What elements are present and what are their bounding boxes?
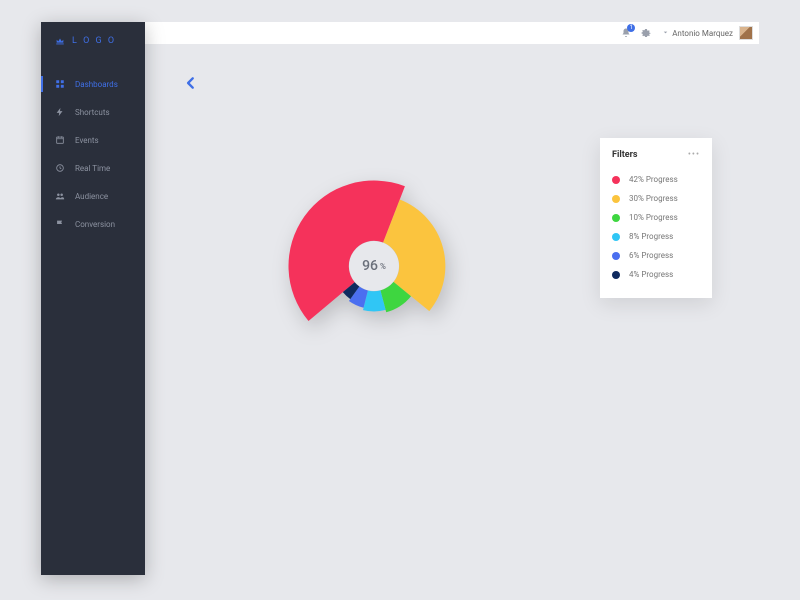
- pie-chart: 96 %: [284, 176, 464, 356]
- center-value: 96: [362, 258, 378, 274]
- nav-item-shortcuts[interactable]: Shortcuts: [41, 98, 145, 126]
- legend-swatch: [612, 233, 620, 241]
- bolt-icon: [55, 107, 65, 117]
- flag-icon: [55, 219, 65, 229]
- user-name: Antonio Marquez: [672, 29, 733, 38]
- legend-label: 30% Progress: [629, 194, 678, 203]
- filters-title: Filters: [612, 150, 638, 160]
- people-icon: [55, 191, 65, 201]
- legend-label: 8% Progress: [629, 232, 673, 241]
- notifications-button[interactable]: 1: [620, 27, 632, 39]
- user-menu[interactable]: Antonio Marquez: [662, 26, 753, 40]
- legend-item[interactable]: 42% Progress: [612, 170, 700, 189]
- legend-label: 4% Progress: [629, 270, 673, 279]
- legend-swatch: [612, 195, 620, 203]
- sidebar-item-label: Conversion: [75, 220, 115, 229]
- legend-label: 6% Progress: [629, 251, 673, 260]
- legend-swatch: [612, 252, 620, 260]
- sidebar-item-label: Events: [75, 136, 99, 145]
- legend-label: 10% Progress: [629, 213, 678, 222]
- nav-item-conversion[interactable]: Conversion: [41, 210, 145, 238]
- center-unit: %: [380, 262, 386, 271]
- sidebar-item-label: Shortcuts: [75, 108, 110, 117]
- legend-swatch: [612, 271, 620, 279]
- grid-icon: [55, 79, 65, 89]
- brand-logo: L O G O: [41, 22, 145, 60]
- legend-item[interactable]: 4% Progress: [612, 265, 700, 284]
- chevron-down-icon: [662, 29, 669, 38]
- sidebar: L O G O Dashboards Shortcuts Events Real…: [41, 22, 145, 575]
- nav-item-dashboards[interactable]: Dashboards: [41, 70, 145, 98]
- sidebar-item-label: Audience: [75, 192, 108, 201]
- nav-item-audience[interactable]: Audience: [41, 182, 145, 210]
- calendar-icon: [55, 135, 65, 145]
- sidebar-item-label: Real Time: [75, 164, 110, 173]
- legend-swatch: [612, 214, 620, 222]
- legend: 42% Progress 30% Progress 10% Progress 8% P…: [612, 170, 700, 284]
- chart-center-label: 96 %: [349, 241, 399, 291]
- topbar: 1 Antonio Marquez: [144, 22, 759, 44]
- legend-swatch: [612, 176, 620, 184]
- filters-card: Filters ••• 42% Progress 30% Progress 10% …: [600, 138, 712, 298]
- crown-icon: [55, 36, 65, 46]
- nav-item-events[interactable]: Events: [41, 126, 145, 154]
- notification-badge: 1: [627, 24, 635, 32]
- legend-item[interactable]: 6% Progress: [612, 246, 700, 265]
- legend-label: 42% Progress: [629, 175, 678, 184]
- legend-item[interactable]: 30% Progress: [612, 189, 700, 208]
- filters-more-button[interactable]: •••: [688, 150, 700, 160]
- legend-item[interactable]: 8% Progress: [612, 227, 700, 246]
- settings-button[interactable]: [640, 27, 652, 39]
- avatar: [739, 26, 753, 40]
- clock-icon: [55, 163, 65, 173]
- sidebar-item-label: Dashboards: [75, 80, 118, 89]
- legend-item[interactable]: 10% Progress: [612, 208, 700, 227]
- back-button[interactable]: [184, 74, 198, 95]
- sidebar-nav: Dashboards Shortcuts Events Real Time Au…: [41, 70, 145, 238]
- nav-item-real-time[interactable]: Real Time: [41, 154, 145, 182]
- brand-name: L O G O: [72, 36, 116, 46]
